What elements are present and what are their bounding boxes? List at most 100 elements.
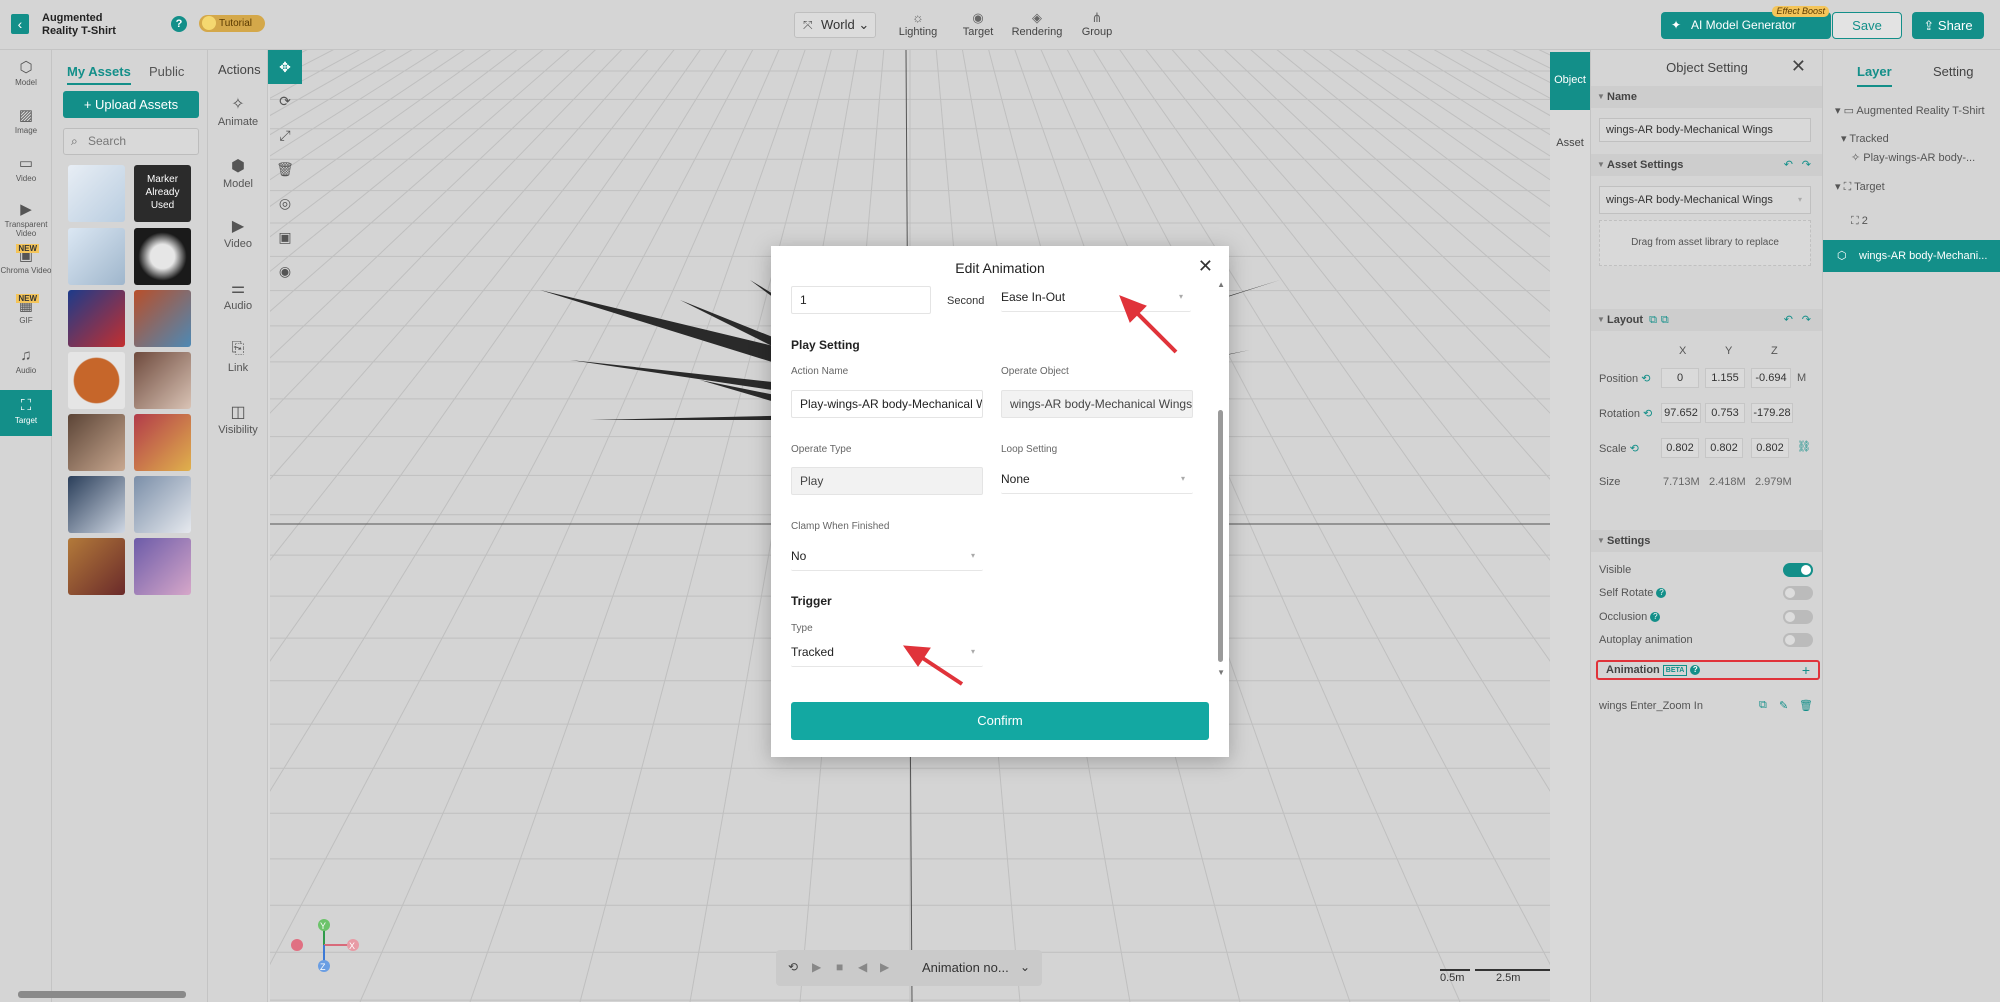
help-icon[interactable]: ? <box>171 16 187 32</box>
layer-item-play-action[interactable]: ✧ Play-wings-AR body-... <box>1823 151 2000 164</box>
trigger-type-select[interactable]: Tracked ▾ <box>791 639 983 667</box>
stop-icon[interactable]: ■ <box>836 960 843 974</box>
occlusion-toggle[interactable] <box>1783 610 1813 624</box>
reset-icon[interactable]: ⟲ <box>1643 408 1652 420</box>
visible-toggle[interactable] <box>1783 563 1813 577</box>
asset-thumbnail[interactable] <box>68 165 125 222</box>
action-link[interactable]: ⎘ Link <box>208 340 268 374</box>
modal-scrollbar[interactable] <box>1218 410 1223 662</box>
edit-icon[interactable]: ✎ <box>1779 699 1788 712</box>
duration-input[interactable]: 1 <box>791 286 931 314</box>
help-icon[interactable]: ? <box>1656 588 1667 599</box>
loop-off-icon[interactable]: ⟲ <box>788 960 798 974</box>
redo-icon[interactable]: ↷ <box>1802 154 1811 176</box>
back-button[interactable]: ‹ <box>11 14 29 34</box>
scale-tool-icon[interactable]: ⤢ <box>268 118 302 152</box>
action-audio[interactable]: ⚌ Audio <box>208 278 268 312</box>
asset-thumbnail[interactable] <box>134 228 191 285</box>
add-animation-icon[interactable]: + <box>1802 662 1810 678</box>
asset-thumbnail[interactable] <box>68 352 125 409</box>
world-select[interactable]: ⤧ World ⌄ <box>794 12 876 38</box>
asset-thumbnail[interactable] <box>134 290 191 347</box>
help-icon[interactable]: ? <box>1650 612 1661 623</box>
tab-layer[interactable]: Layer <box>1857 64 1892 87</box>
layout-section[interactable]: ▼ Layout ⧉ ⧉ ↶ ↷ <box>1591 309 1823 331</box>
autoplay-toggle[interactable] <box>1783 633 1813 647</box>
tab-my-assets[interactable]: My Assets <box>67 64 131 85</box>
nav-target[interactable]: ⛶ Target <box>0 390 52 436</box>
self-rotate-toggle[interactable] <box>1783 586 1813 600</box>
rendering-tool[interactable]: ◈ Rendering <box>1007 10 1067 38</box>
reset-icon[interactable]: ⟲ <box>1630 443 1639 455</box>
upload-assets-button[interactable]: + Upload Assets <box>63 91 199 118</box>
asset-thumbnail[interactable] <box>68 538 125 595</box>
asset-select[interactable]: wings-AR body-Mechanical Wings ▾ <box>1599 186 1811 214</box>
close-icon[interactable]: ✕ <box>1198 256 1213 277</box>
asset-thumbnail[interactable] <box>134 476 191 533</box>
trash-icon[interactable]: 🗑 <box>1799 699 1813 712</box>
nav-chroma-video[interactable]: NEW ▣ Chroma Video <box>0 244 52 275</box>
tab-public[interactable]: Public <box>149 64 184 79</box>
side-tab-asset[interactable]: Asset <box>1550 130 1590 156</box>
lighting-tool[interactable]: ☼ Lighting <box>888 10 948 38</box>
rotation-y-input[interactable]: 0.753 <box>1705 403 1745 423</box>
layer-item-project[interactable]: ▾ ▭ Augmented Reality T-Shirt <box>1823 104 2000 117</box>
position-x-input[interactable]: 0 <box>1661 368 1699 388</box>
target-tool[interactable]: ◉ Target <box>948 10 1008 38</box>
nav-image[interactable]: ▨ Image <box>0 106 52 135</box>
delete-icon[interactable]: 🗑 <box>268 152 302 186</box>
confirm-button[interactable]: Confirm <box>791 702 1209 740</box>
focus-icon[interactable]: ◎ <box>268 186 302 220</box>
lock-ratio-icon[interactable]: ⛓ <box>1797 440 1811 453</box>
ai-model-generator-button[interactable]: ✦ AI Model Generator Effect Boost <box>1661 6 1831 39</box>
copy-icon[interactable]: ⧉ <box>1649 314 1657 326</box>
scale-y-input[interactable]: 0.802 <box>1705 438 1743 458</box>
name-section[interactable]: ▼ Name <box>1591 86 1823 108</box>
action-model[interactable]: ⬢ Model <box>208 156 268 190</box>
rotation-x-input[interactable]: 97.652 <box>1661 403 1701 423</box>
layer-item-target-2[interactable]: ⛶ 2 <box>1823 215 2000 228</box>
settings-section[interactable]: ▼ Settings <box>1591 530 1823 552</box>
action-animate[interactable]: ✧ Animate <box>208 94 268 128</box>
clamp-select[interactable]: No ▾ <box>791 543 983 571</box>
duplicate-icon[interactable]: ⧉ <box>1759 699 1767 712</box>
loop-setting-select[interactable]: None ▾ <box>1001 466 1193 494</box>
position-y-input[interactable]: 1.155 <box>1705 368 1745 388</box>
share-button[interactable]: ⇪ Share <box>1912 12 1984 39</box>
chevron-down-icon[interactable]: ⌄ <box>1020 960 1030 974</box>
close-icon[interactable]: ✕ <box>1791 56 1806 77</box>
animation-list-item[interactable]: wings Enter_Zoom In <box>1599 700 1703 712</box>
asset-thumbnail[interactable] <box>68 414 125 471</box>
step-back-icon[interactable]: ◀ <box>858 960 867 974</box>
asset-thumbnail[interactable] <box>68 476 125 533</box>
undo-icon[interactable]: ↶ <box>1784 309 1793 331</box>
asset-thumbnail[interactable] <box>134 352 191 409</box>
tab-setting[interactable]: Setting <box>1933 64 1973 79</box>
asset-thumbnail[interactable] <box>68 228 125 285</box>
asset-drop-zone[interactable]: Drag from asset library to replace <box>1599 220 1811 266</box>
rotate-tool-icon[interactable]: ⟳ <box>268 84 302 118</box>
tutorial-button[interactable]: Tutorial <box>199 15 265 32</box>
asset-thumbnail[interactable] <box>68 290 125 347</box>
nav-audio[interactable]: ♫ Audio <box>0 346 52 375</box>
position-z-input[interactable]: -0.694 <box>1751 368 1791 388</box>
scroll-up-icon[interactable]: ▲ <box>1217 280 1225 289</box>
nav-model[interactable]: ⬡ Model <box>0 58 52 87</box>
save-button[interactable]: Save <box>1832 12 1902 39</box>
layer-item-target[interactable]: ▾ ⛶ Target <box>1823 180 2000 194</box>
undo-icon[interactable]: ↶ <box>1784 154 1793 176</box>
asset-thumbnail[interactable] <box>134 414 191 471</box>
search-input[interactable]: ⌕ Search <box>63 128 199 155</box>
asset-thumbnail-marker[interactable]: Marker Already Used <box>134 165 191 222</box>
redo-icon[interactable]: ↷ <box>1802 309 1811 331</box>
move-tool-icon[interactable]: ✥ <box>268 50 302 84</box>
nav-transparent-video[interactable]: ▶ Transparent Video <box>0 200 52 238</box>
scale-x-input[interactable]: 0.802 <box>1661 438 1699 458</box>
help-icon[interactable]: ? <box>1690 665 1701 676</box>
layer-item-tracked[interactable]: ▾ Tracked <box>1823 132 2000 145</box>
action-visibility[interactable]: ◫ Visibility <box>208 402 268 436</box>
scroll-down-icon[interactable]: ▼ <box>1217 668 1225 677</box>
group-tool[interactable]: ⋔ Group <box>1067 10 1127 38</box>
frame-icon[interactable]: ▣ <box>268 220 302 254</box>
animation-select[interactable]: Animation no... <box>922 960 1009 975</box>
